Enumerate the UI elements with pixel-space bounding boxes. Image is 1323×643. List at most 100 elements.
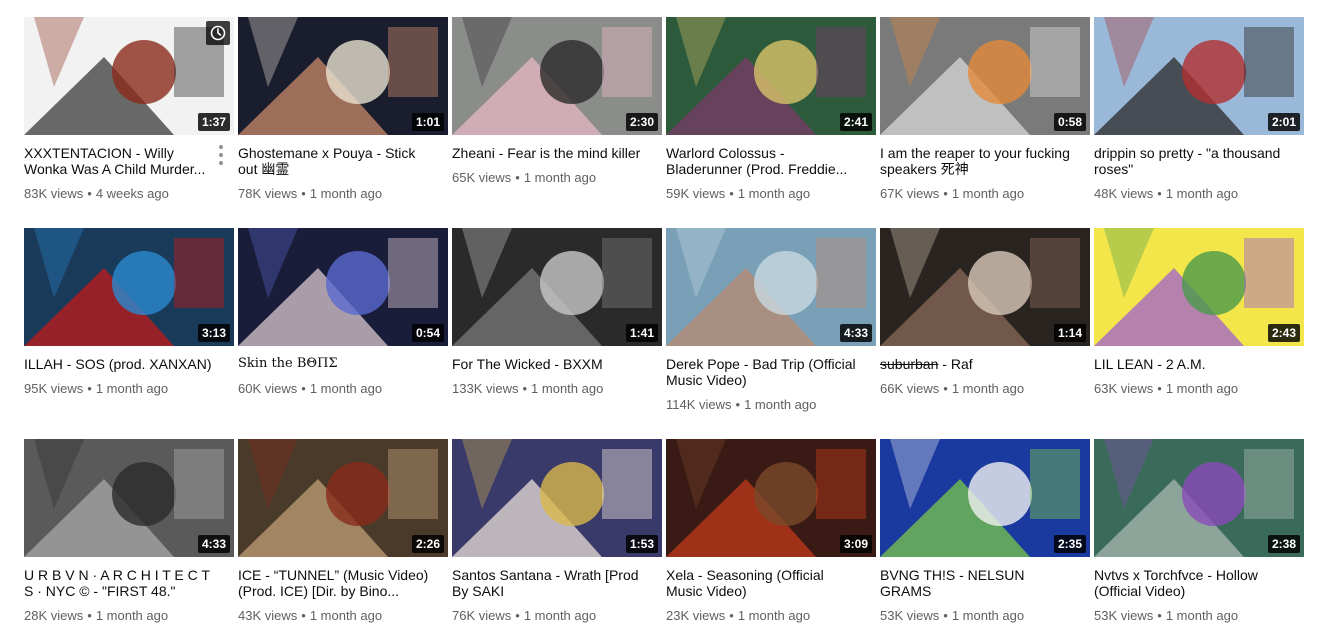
separator-dot: • xyxy=(729,608,734,623)
video-thumbnail[interactable]: 4:33 xyxy=(666,228,876,346)
video-title[interactable]: Derek Pope - Bad Trip (Official Music Vi… xyxy=(666,356,876,388)
video-thumbnail[interactable]: 1:01 xyxy=(238,17,448,135)
video-thumbnail[interactable]: 4:33 xyxy=(24,439,234,557)
video-title[interactable]: suburban - Raf xyxy=(880,356,1090,372)
view-count: 78K views xyxy=(238,186,298,201)
video-card[interactable]: 1:14 suburban - Raf 66K views • 1 month ago xyxy=(880,228,1090,397)
video-thumbnail[interactable]: 1:53 xyxy=(452,439,662,557)
video-card[interactable]: 2:41 Warlord Colossus - Bladerunner (Prod… xyxy=(666,17,876,202)
video-card[interactable]: 2:35 BVNG TH!S - NELSUN GRAMS 53K views • 1 … xyxy=(880,439,1090,624)
view-count: 53K views xyxy=(880,608,940,623)
view-count: 60K views xyxy=(238,381,298,396)
video-title-strike: suburban xyxy=(880,356,939,372)
video-meta: 133K views • 1 month ago xyxy=(452,381,662,397)
upload-age: 1 month ago xyxy=(951,186,1025,201)
duration-badge: 1:53 xyxy=(625,535,658,553)
video-thumbnail[interactable]: 3:13 xyxy=(24,228,234,346)
upload-age: 1 month ago xyxy=(95,608,169,623)
duration-badge: 4:33 xyxy=(197,535,230,553)
view-count: 59K views xyxy=(666,186,726,201)
video-card[interactable]: 2:30 Zheani - Fear is the mind killer 65K … xyxy=(452,17,662,186)
duration-badge: 2:01 xyxy=(1267,113,1300,131)
video-title[interactable]: Ghostemane x Pouya - Stick out 幽霊 xyxy=(238,145,448,177)
view-count: 95K views xyxy=(24,381,84,396)
video-thumbnail[interactable]: 2:38 xyxy=(1094,439,1304,557)
video-title[interactable]: Santos Santana - Wrath [Prod By SAKI xyxy=(452,567,662,599)
separator-dot: • xyxy=(943,608,948,623)
video-title[interactable]: I am the reaper to your fucking speakers… xyxy=(880,145,1090,177)
video-title[interactable]: LIL LEAN - 2 A.M. xyxy=(1094,356,1304,372)
video-meta: 53K views • 1 month ago xyxy=(880,608,1090,624)
video-card[interactable]: 1:37 XXXTENTACION - Willy Wonka Was A Chi… xyxy=(24,17,234,202)
separator-dot: • xyxy=(301,186,306,201)
video-title[interactable]: Skin the ΒΘΠΣ xyxy=(238,356,448,372)
video-thumbnail[interactable]: 2:01 xyxy=(1094,17,1304,135)
view-count: 43K views xyxy=(238,608,298,623)
video-title[interactable]: U R B V N · A R C H I T E C T S · NYC © … xyxy=(24,567,234,599)
clock-icon[interactable] xyxy=(206,21,230,45)
separator-dot: • xyxy=(522,381,528,396)
video-thumbnail[interactable]: 2:35 xyxy=(880,439,1090,557)
video-title[interactable]: drippin so pretty - "a thousand roses" xyxy=(1094,145,1304,177)
video-title[interactable]: BVNG TH!S - NELSUN GRAMS xyxy=(880,567,1090,599)
video-thumbnail[interactable]: 2:43 xyxy=(1094,228,1304,346)
video-thumbnail[interactable]: 2:26 xyxy=(238,439,448,557)
video-title[interactable]: XXXTENTACION - Willy Wonka Was A Child M… xyxy=(24,145,234,177)
video-card[interactable]: 1:53 Santos Santana - Wrath [Prod By SAKI… xyxy=(452,439,662,624)
video-title[interactable]: For The Wicked - BXXM xyxy=(452,356,662,372)
video-card[interactable]: 4:33 Derek Pope - Bad Trip (Official Musi… xyxy=(666,228,876,413)
view-count: 133K views xyxy=(452,381,519,396)
duration-badge: 1:01 xyxy=(411,113,444,131)
separator-dot: • xyxy=(515,608,520,623)
video-title[interactable]: Warlord Colossus - Bladerunner (Prod. Fr… xyxy=(666,145,876,177)
video-title[interactable]: ICE - “TUNNEL” (Music Video) (Prod. ICE)… xyxy=(238,567,448,599)
upload-age: 1 month ago xyxy=(1165,608,1239,623)
video-meta: 65K views • 1 month ago xyxy=(452,170,662,186)
upload-age: 1 month ago xyxy=(523,608,597,623)
video-thumbnail[interactable]: 3:09 xyxy=(666,439,876,557)
upload-age: 1 month ago xyxy=(531,381,604,396)
video-meta: 63K views • 1 month ago xyxy=(1094,381,1304,397)
video-card[interactable]: 0:54 Skin the ΒΘΠΣ 60K views • 1 month ago xyxy=(238,228,448,397)
separator-dot: • xyxy=(1157,381,1162,396)
video-meta: 28K views • 1 month ago xyxy=(24,608,234,624)
video-card[interactable]: 3:13 ILLAH - SOS (prod. XANXAN) 95K views •… xyxy=(24,228,234,397)
video-thumbnail[interactable]: 1:37 xyxy=(24,17,234,135)
duration-badge: 4:33 xyxy=(839,324,872,342)
duration-badge: 0:54 xyxy=(411,324,444,342)
video-thumbnail[interactable]: 1:41 xyxy=(452,228,662,346)
upload-age: 1 month ago xyxy=(737,608,811,623)
video-card[interactable]: 3:09 Xela - Seasoning (Official Music Vid… xyxy=(666,439,876,624)
separator-dot: • xyxy=(301,608,306,623)
video-card[interactable]: 1:41 For The Wicked - BXXM 133K views • 1 mo… xyxy=(452,228,662,397)
video-thumbnail[interactable]: 2:41 xyxy=(666,17,876,135)
duration-badge: 2:30 xyxy=(625,113,658,131)
video-card[interactable]: 2:01 drippin so pretty - "a thousand rose… xyxy=(1094,17,1304,202)
video-card[interactable]: 1:01 Ghostemane x Pouya - Stick out 幽霊 78K… xyxy=(238,17,448,202)
view-count: 63K views xyxy=(1094,381,1154,396)
video-title[interactable]: Nvtvs x Torchfvce - Hollow (Official Vid… xyxy=(1094,567,1304,599)
video-title[interactable]: ILLAH - SOS (prod. XANXAN) xyxy=(24,356,234,372)
video-meta: 59K views • 1 month ago xyxy=(666,186,876,202)
video-card[interactable]: 2:43 LIL LEAN - 2 A.M. 63K views • 1 month a… xyxy=(1094,228,1304,397)
video-card[interactable]: 2:26 ICE - “TUNNEL” (Music Video) (Prod. … xyxy=(238,439,448,624)
view-count: 114K views xyxy=(666,397,732,412)
more-vert-icon[interactable] xyxy=(214,144,228,166)
video-card[interactable]: 2:38 Nvtvs x Torchfvce - Hollow (Official… xyxy=(1094,439,1304,624)
upload-age: 1 month ago xyxy=(951,608,1025,623)
video-meta: 53K views • 1 month ago xyxy=(1094,608,1304,624)
video-thumbnail[interactable]: 1:14 xyxy=(880,228,1090,346)
upload-age: 1 month ago xyxy=(744,397,817,412)
video-meta: 76K views • 1 month ago xyxy=(452,608,662,624)
video-title[interactable]: Zheani - Fear is the mind killer xyxy=(452,145,662,161)
video-meta: 48K views • 1 month ago xyxy=(1094,186,1304,202)
video-meta: 83K views • 4 weeks ago xyxy=(24,186,234,202)
video-thumbnail[interactable]: 0:58 xyxy=(880,17,1090,135)
video-card[interactable]: 0:58 I am the reaper to your fucking spea… xyxy=(880,17,1090,202)
upload-age: 1 month ago xyxy=(95,381,169,396)
video-card[interactable]: 4:33 U R B V N · A R C H I T E C T S · NY… xyxy=(24,439,234,624)
duration-badge: 2:43 xyxy=(1267,324,1300,342)
video-title[interactable]: Xela - Seasoning (Official Music Video) xyxy=(666,567,876,599)
video-thumbnail[interactable]: 2:30 xyxy=(452,17,662,135)
video-thumbnail[interactable]: 0:54 xyxy=(238,228,448,346)
